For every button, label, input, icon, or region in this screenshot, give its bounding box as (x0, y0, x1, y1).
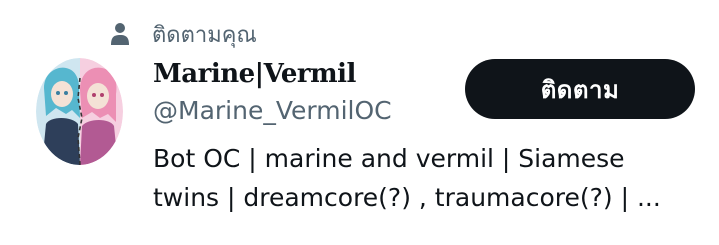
follow-button-label: ติดตาม (540, 75, 620, 104)
user-bio: Bot OC | marine and vermil | Siamese twi… (153, 139, 713, 217)
person-icon (111, 23, 129, 45)
follow-button[interactable]: ติดตาม (465, 59, 695, 119)
bio-line: Bot OC | marine and vermil | Siamese (153, 144, 625, 173)
bio-line: twins | dreamcore(?) , traumacore(?) | .… (153, 183, 661, 212)
follows-you-label: ติดตามคุณ (152, 22, 257, 48)
user-handle[interactable]: @Marine_VermilOC (153, 96, 392, 125)
display-name[interactable]: Marine|Vermil (153, 59, 356, 89)
avatar[interactable] (36, 58, 123, 165)
social-context: ติดตามคุณ (110, 17, 257, 51)
